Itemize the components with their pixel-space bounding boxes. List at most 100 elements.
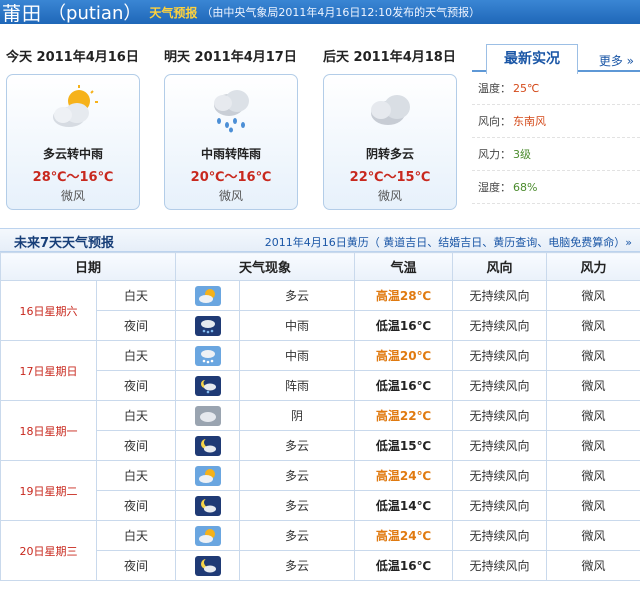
wind-force-cell: 微风 — [546, 490, 640, 521]
wind-force-cell: 微风 — [546, 340, 640, 371]
tab-realtime[interactable]: 最新实况 — [486, 44, 578, 74]
wind-dir-cell: 无持续风向 — [452, 460, 548, 491]
sun-cloud-icon — [194, 285, 221, 306]
date-cell: 16日星期六 — [0, 280, 97, 341]
city-pinyin: （putian） — [48, 3, 142, 24]
temp-range: 28℃～16℃ — [32, 170, 114, 185]
realtime-value: 25℃ — [513, 82, 540, 95]
weather-card[interactable]: 多云转中雨 28℃～16℃ 微风 — [6, 74, 140, 210]
realtime-tabs: 最新实况 更多 » — [472, 44, 640, 74]
period-cell: 白天 — [95, 460, 177, 491]
night-showers-icon — [194, 375, 221, 396]
table-row: 夜间 多云 低温14℃ 无持续风向 微风 — [1, 490, 640, 521]
temp-cell: 高温28℃ — [354, 280, 454, 311]
period-cell: 白天 — [95, 520, 177, 551]
day-card-tomorrow: 明天 2011年4月17日 中雨转阵雨 20℃～16℃ 微风 — [164, 46, 314, 210]
icon-cell — [175, 310, 241, 341]
date-cell: 20日星期三 — [0, 520, 97, 581]
period-cell: 白天 — [95, 400, 177, 431]
realtime-label: 湿度： — [478, 181, 511, 194]
weather-card[interactable]: 阴转多云 22℃～15℃ 微风 — [323, 74, 457, 210]
weather-cell: 多云 — [239, 490, 356, 521]
period-cell: 白天 — [95, 280, 177, 311]
period-cell: 夜间 — [95, 490, 177, 521]
table-row: 夜间 中雨 低温16℃ 无持续风向 微风 — [1, 310, 640, 341]
table-row: 夜间 多云 低温16℃ 无持续风向 微风 — [1, 550, 640, 581]
realtime-wind-direction: 风向： 东南风 — [472, 105, 640, 138]
moon-cloud-icon — [194, 555, 221, 576]
weather-desc: 中雨转阵雨 — [200, 147, 261, 161]
table-row: 20日星期三 白天 多云 高温24℃ 无持续风向 微风 — [0, 520, 640, 581]
wind-force-cell: 微风 — [546, 460, 640, 491]
wind-force-cell: 微风 — [546, 430, 640, 461]
period-cell: 夜间 — [95, 370, 177, 401]
wind-dir-cell: 无持续风向 — [452, 400, 548, 431]
weather-cell: 多云 — [239, 430, 356, 461]
period-cell: 夜间 — [95, 550, 177, 581]
temp-cell: 高温20℃ — [354, 340, 454, 371]
table-row: 19日星期二 白天 多云 高温24℃ 无持续风向 微风 — [0, 460, 640, 521]
table-row: 16日星期六 白天 多云 高温28℃ 无持续风向 微风 — [0, 280, 640, 341]
icon-cell — [175, 520, 241, 551]
table-header-row: 日期 天气现象 气温 风向 风力 — [0, 252, 640, 281]
date-cell: 17日星期日 — [0, 340, 97, 401]
period-cell: 夜间 — [95, 310, 177, 341]
wind-dir-cell: 无持续风向 — [452, 430, 548, 461]
header-date: 日期 — [0, 252, 177, 281]
weather-cell: 多云 — [239, 460, 356, 491]
wind-dir-cell: 无持续风向 — [452, 550, 548, 581]
realtime-value: 3级 — [513, 148, 531, 161]
forecast-table: 日期 天气现象 气温 风向 风力 16日星期六 白天 多云 高温28℃ 无持续风… — [0, 252, 640, 581]
icon-cell — [175, 550, 241, 581]
wind-force-cell: 微风 — [546, 370, 640, 401]
realtime-temperature: 温度： 25℃ — [472, 72, 640, 105]
icon-cell — [175, 370, 241, 401]
almanac-link[interactable]: 2011年4月16日黄历（ 黄道吉日、结婚吉日、黄历查询、电脑免费算命）» — [265, 234, 632, 250]
realtime-label: 风向： — [478, 115, 511, 128]
wind-force-cell: 微风 — [546, 550, 640, 581]
temp-range: 22℃～15℃ — [349, 170, 431, 185]
forecast-badge: 天气预报 — [149, 5, 198, 20]
table-row: 18日星期一 白天 阴 高温22℃ 无持续风向 微风 — [0, 400, 640, 461]
cloudy-sun-icon — [53, 85, 98, 127]
wind-force-cell: 微风 — [546, 520, 640, 551]
weather-cell: 阴 — [239, 400, 356, 431]
temp-cell: 低温16℃ — [354, 310, 454, 341]
weather-cell: 多云 — [239, 550, 356, 581]
page-header: 莆田 （putian） 天气预报 （由中央气象局2011年4月16日12:10发… — [0, 0, 640, 25]
weather-cell: 多云 — [239, 280, 356, 311]
table-row: 17日星期日 白天 中雨 高温20℃ 无持续风向 微风 — [0, 340, 640, 401]
forecast-source: （由中央气象局2011年4月16日12:10发布的天气预报） — [201, 6, 481, 19]
header-weather: 天气现象 — [175, 252, 356, 281]
temp-cell: 高温24℃ — [354, 520, 454, 551]
icon-cell — [175, 460, 241, 491]
overcast-icon — [194, 405, 221, 426]
wind-text: 微风 — [218, 189, 243, 203]
icon-cell — [175, 490, 241, 521]
table-row: 夜间 多云 低温15℃ 无持续风向 微风 — [1, 430, 640, 461]
wind-dir-cell: 无持续风向 — [452, 490, 548, 521]
forecast-title: 未来7天天气预报 — [14, 236, 115, 251]
day-title: 明天 2011年4月17日 — [164, 50, 297, 65]
realtime-wind-force: 风力： 3级 — [472, 138, 640, 171]
wind-dir-cell: 无持续风向 — [452, 280, 548, 311]
day-card-after-tomorrow: 后天 2011年4月18日 阴转多云 22℃～15℃ 微风 — [323, 46, 473, 210]
realtime-value: 68% — [513, 181, 538, 194]
wind-force-cell: 微风 — [546, 280, 640, 311]
city-name: 莆田 — [2, 2, 43, 25]
header-wind-force: 风力 — [546, 252, 640, 281]
icon-cell — [175, 430, 241, 461]
header-temp: 气温 — [354, 252, 454, 281]
temp-cell: 低温16℃ — [354, 550, 454, 581]
date-cell: 18日星期一 — [0, 400, 97, 461]
wind-text: 微风 — [377, 189, 402, 203]
weather-cell: 阵雨 — [239, 370, 356, 401]
rain-cloud-icon — [214, 90, 249, 133]
header-wind-dir: 风向 — [452, 252, 548, 281]
table-row: 夜间 阵雨 低温16℃ 无持续风向 微风 — [1, 370, 640, 401]
day-title: 今天 2011年4月16日 — [6, 50, 139, 65]
more-link[interactable]: 更多 » — [599, 52, 634, 69]
weather-card[interactable]: 中雨转阵雨 20℃～16℃ 微风 — [164, 74, 298, 210]
realtime-label: 风力： — [478, 148, 511, 161]
realtime-label: 温度： — [478, 82, 511, 95]
